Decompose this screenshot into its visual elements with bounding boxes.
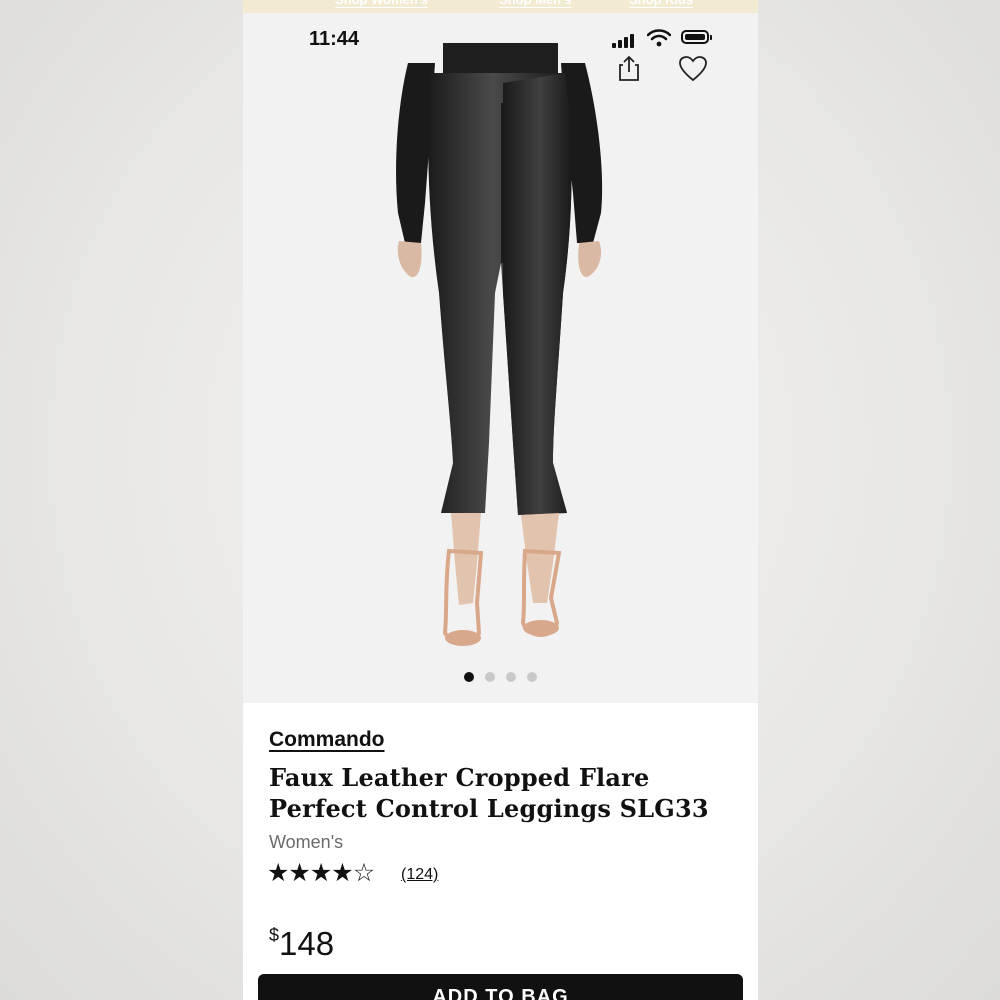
phone-screen: Shop Women's Shop Men's Shop Kids (243, 0, 758, 1000)
carousel-dot[interactable] (527, 672, 537, 682)
status-time: 11:44 (309, 28, 360, 50)
heart-icon[interactable] (679, 56, 707, 82)
star-rating: ★★★★☆ (267, 858, 375, 888)
top-nav-link-men[interactable]: Shop Men's (499, 0, 572, 8)
carousel-dot[interactable] (464, 672, 474, 682)
share-icon[interactable] (617, 54, 641, 82)
star-filled-icon: ★ (288, 859, 310, 887)
product-gender: Women's (269, 832, 344, 852)
product-title-line2: Perfect Control Leggings SLG33 (269, 794, 709, 823)
star-filled-icon: ★ (331, 859, 353, 887)
product-price: $148 (269, 925, 334, 963)
top-nav-link-kids[interactable]: Shop Kids (629, 0, 694, 8)
battery-icon (681, 30, 712, 44)
review-count-link[interactable]: (124) (401, 866, 438, 884)
star-filled-icon: ★ (267, 859, 289, 887)
top-nav-link-women[interactable]: Shop Women's (335, 0, 429, 8)
price-currency: $ (269, 925, 280, 945)
carousel-dot[interactable] (506, 672, 516, 682)
top-nav-strip: Shop Women's Shop Men's Shop Kids (243, 0, 758, 13)
product-image-area[interactable] (243, 13, 758, 703)
product-title-line1: Faux Leather Cropped Flare (269, 763, 650, 792)
carousel-dot[interactable] (485, 672, 495, 682)
wifi-icon (647, 29, 671, 47)
star-empty-icon: ☆ (352, 859, 375, 887)
add-to-bag-button[interactable]: ADD TO BAG (258, 974, 743, 1000)
cellular-signal-icon (612, 32, 638, 48)
price-amount: 148 (279, 925, 335, 962)
star-filled-icon: ★ (309, 859, 332, 887)
status-bar: 11:44 (243, 13, 758, 53)
brand-link[interactable]: Commando (269, 728, 385, 752)
product-photo[interactable] (353, 43, 653, 663)
product-title: Faux Leather Cropped Flare Perfect Contr… (269, 762, 739, 824)
